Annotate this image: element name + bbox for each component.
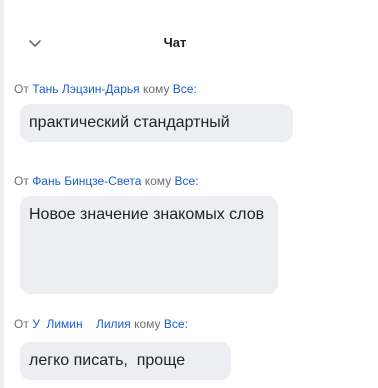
sender-name[interactable]: У Лимин Лилия	[32, 317, 131, 331]
message-text: практический стандартный	[29, 114, 230, 131]
recipient-name[interactable]: Все:	[164, 317, 188, 331]
recipient-name[interactable]: Все:	[173, 82, 197, 96]
from-prefix: От	[14, 82, 29, 96]
to-prefix: кому	[144, 174, 172, 188]
message-text: Новое значение знакомых слов	[29, 206, 265, 223]
sender-name[interactable]: Тань Лэцзин-Дарья	[32, 82, 139, 96]
panel-left-border	[0, 0, 4, 388]
message-bubble: практический стандартный	[20, 104, 293, 142]
to-prefix: кому	[143, 82, 170, 96]
message-bubble: Новое значение знакомых слов	[20, 196, 278, 294]
chat-title: Чат	[163, 35, 187, 50]
message-bubble: легко писать, проще	[20, 342, 231, 380]
recipient-name[interactable]: Все:	[175, 174, 199, 188]
chat-header: Чат	[0, 0, 378, 52]
message-meta: От У Лимин Лилия кому Все:	[14, 316, 188, 332]
from-prefix: От	[14, 174, 29, 188]
message-meta: От Фань Бинцзе-Света кому Все:	[14, 173, 199, 189]
from-prefix: От	[14, 317, 29, 331]
message-text: легко писать, проще	[29, 352, 186, 369]
to-prefix: кому	[134, 317, 161, 331]
message-meta: От Тань Лэцзин-Дарья кому Все:	[14, 81, 197, 97]
sender-name[interactable]: Фань Бинцзе-Света	[32, 174, 141, 188]
